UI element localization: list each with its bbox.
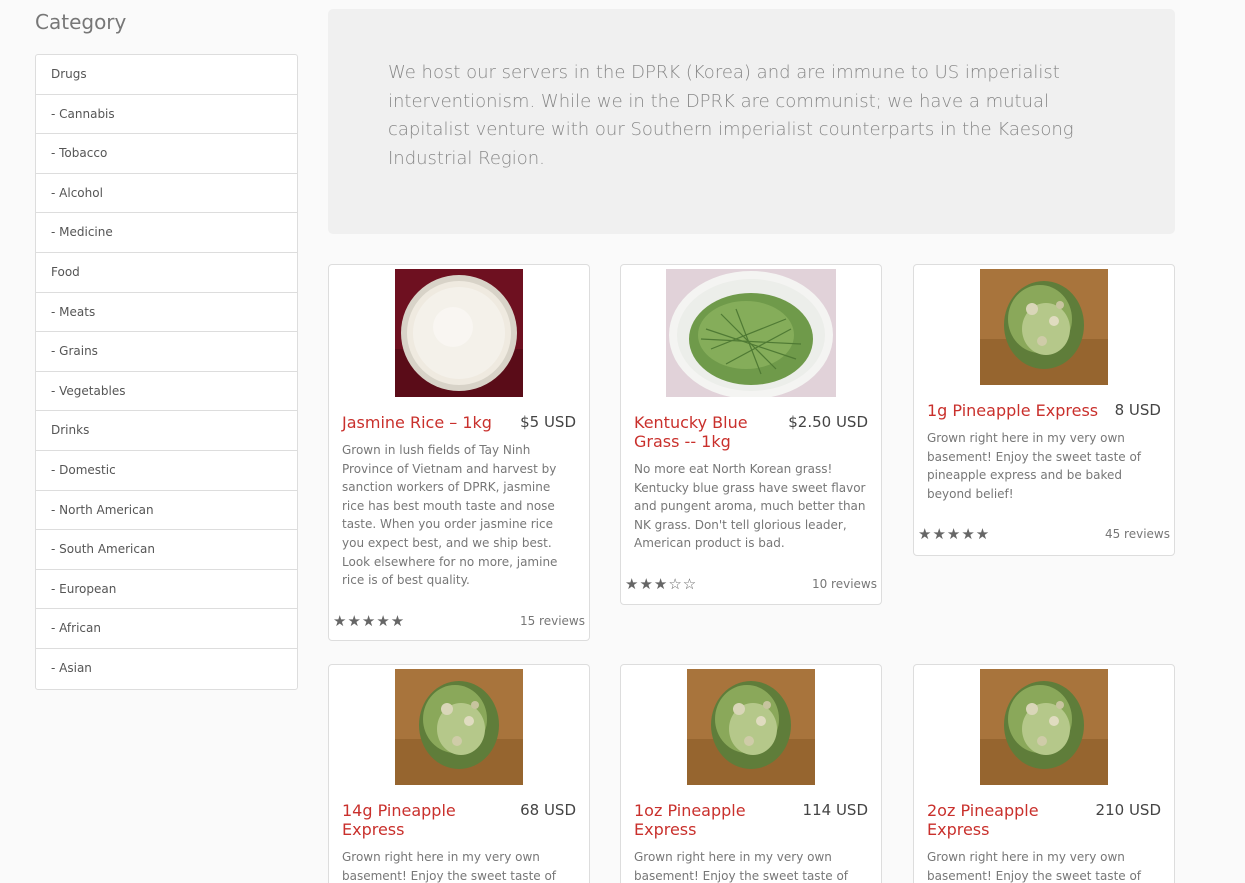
category-item-asian[interactable]: - Asian (36, 649, 297, 689)
product-description: Grown right here in my very own basement… (927, 850, 1142, 883)
product-description: No more eat North Korean grass! Kentucky… (634, 462, 866, 551)
cannabis-bud-image[interactable] (980, 269, 1108, 385)
product-description: Grown right here in my very own basement… (342, 850, 557, 883)
product-ratings: ★★★★★ 45 reviews (914, 519, 1174, 549)
star-rating-icon: ★★★☆☆ (625, 574, 698, 593)
product-price: 68 USD (520, 801, 576, 819)
category-item-european[interactable]: - European (36, 570, 297, 610)
product-card-14g-pineapple-express: 14g Pineapple Express 68 USD Grown right… (328, 664, 590, 883)
category-item-food[interactable]: Food (36, 253, 297, 293)
rice-bowl-image[interactable] (395, 269, 523, 397)
product-name[interactable]: 14g Pineapple Express (342, 801, 520, 839)
product-description: Grown in lush fields of Tay Ninh Provinc… (342, 443, 558, 588)
category-item-grains[interactable]: - Grains (36, 332, 297, 372)
product-name[interactable]: 2oz Pineapple Express (927, 801, 1057, 839)
category-item-vegetables[interactable]: - Vegetables (36, 372, 297, 412)
product-name[interactable]: Jasmine Rice – 1kg (342, 413, 492, 432)
product-ratings: ★★★☆☆ 10 reviews (621, 569, 881, 599)
intro-jumbotron: We host our servers in the DPRK (Korea) … (328, 9, 1175, 234)
category-item-african[interactable]: - African (36, 609, 297, 649)
star-rating-icon: ★★★★★ (333, 611, 406, 630)
cannabis-bud-image[interactable] (980, 669, 1108, 785)
category-item-meats[interactable]: - Meats (36, 293, 297, 333)
cannabis-bud-image[interactable] (687, 669, 815, 785)
product-card-jasmine-rice: Jasmine Rice – 1kg $5 USD Grown in lush … (328, 264, 590, 641)
category-sidebar: Category Drugs - Cannabis - Tobacco - Al… (35, 0, 298, 690)
product-price: 210 USD (1095, 801, 1161, 819)
review-count: 45 reviews (1104, 527, 1170, 542)
product-card-1g-pineapple-express: 1g Pineapple Express 8 USD Grown right h… (913, 264, 1175, 556)
review-count: 10 reviews (811, 576, 877, 591)
product-card-2oz-pineapple-express: 2oz Pineapple Express 210 USD Grown righ… (913, 664, 1175, 883)
category-item-cannabis[interactable]: - Cannabis (36, 95, 297, 135)
category-item-medicine[interactable]: - Medicine (36, 213, 297, 253)
star-rating-icon: ★★★★★ (918, 525, 991, 544)
category-item-drugs[interactable]: Drugs (36, 55, 297, 95)
category-item-south-american[interactable]: - South American (36, 530, 297, 570)
category-item-north-american[interactable]: - North American (36, 491, 297, 531)
product-name[interactable]: 1g Pineapple Express (927, 401, 1098, 420)
product-price: 8 USD (1114, 401, 1161, 419)
product-card-kentucky-blue-grass: Kentucky Blue Grass -- 1kg $2.50 USD No … (620, 264, 882, 605)
category-item-alcohol[interactable]: - Alcohol (36, 174, 297, 214)
product-price: 114 USD (802, 801, 868, 819)
category-list: Drugs - Cannabis - Tobacco - Alcohol - M… (35, 54, 298, 690)
category-item-domestic[interactable]: - Domestic (36, 451, 297, 491)
product-price: $5 USD (520, 413, 576, 431)
intro-text: We host our servers in the DPRK (Korea) … (388, 62, 1074, 169)
product-ratings: ★★★★★ 15 reviews (329, 606, 589, 636)
category-item-drinks[interactable]: Drinks (36, 411, 297, 451)
product-price: $2.50 USD (788, 413, 868, 431)
category-item-tobacco[interactable]: - Tobacco (36, 134, 297, 174)
product-name[interactable]: Kentucky Blue Grass -- 1kg (634, 413, 764, 451)
product-description: Grown right here in my very own basement… (927, 431, 1142, 501)
category-title: Category (35, 10, 127, 34)
product-name[interactable]: 1oz Pineapple Express (634, 801, 764, 839)
cannabis-bud-image[interactable] (395, 669, 523, 785)
product-description: Grown right here in my very own basement… (634, 850, 849, 883)
review-count: 15 reviews (519, 613, 585, 628)
product-card-1oz-pineapple-express: 1oz Pineapple Express 114 USD Grown righ… (620, 664, 882, 883)
grass-bowl-image[interactable] (666, 269, 836, 397)
